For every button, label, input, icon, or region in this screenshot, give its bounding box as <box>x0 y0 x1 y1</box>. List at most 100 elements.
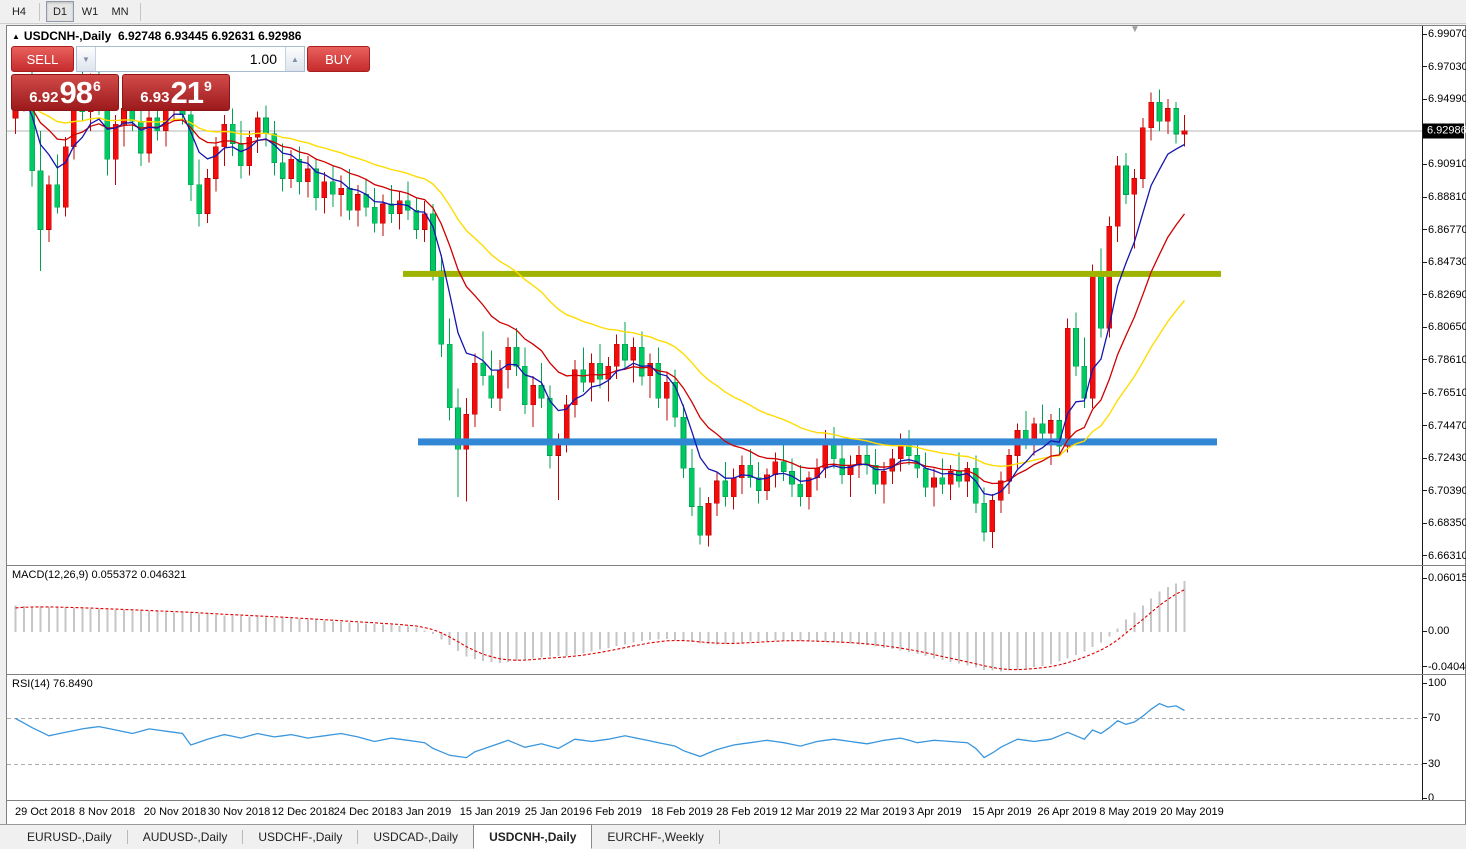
rsi-axis: 10070300 <box>1422 675 1465 800</box>
volume-input[interactable] <box>96 47 285 71</box>
bull-candle <box>1182 115 1187 147</box>
timeframe-button-h4[interactable]: H4 <box>5 1 33 22</box>
macd-canvas <box>7 567 1423 675</box>
bear-candle <box>1040 405 1045 440</box>
tab-usdcad-daily[interactable]: USDCAD-,Daily <box>358 825 473 849</box>
scroll-anchor-icon[interactable]: ▼ <box>1130 24 1140 35</box>
tab-usdcnh-daily[interactable]: USDCNH-,Daily <box>473 824 592 849</box>
bull-candle <box>714 472 719 517</box>
bear-candle <box>698 487 703 544</box>
buy-price-big: 21 <box>170 77 202 108</box>
bear-candle <box>372 188 377 233</box>
axis-tick <box>1423 798 1427 799</box>
volume-increase-button[interactable]: ▲ <box>285 47 304 71</box>
axis-tick <box>1423 327 1427 328</box>
date-label: 22 Mar 2019 <box>845 806 907 818</box>
rsi-axis-label: 100 <box>1428 677 1446 689</box>
macd-label: MACD(12,26,9) 0.055372 0.046321 <box>12 569 186 581</box>
rsi-line <box>16 704 1185 758</box>
axis-tick <box>1423 458 1427 459</box>
bear-candle <box>982 487 987 541</box>
bear-candle <box>1082 338 1087 408</box>
buy-price-base: 6.93 <box>140 89 169 106</box>
axis-tick <box>1423 631 1427 632</box>
chart-ohlc-values: 6.92748 6.93445 6.92631 6.92986 <box>118 29 302 43</box>
bear-candle <box>197 159 202 226</box>
macd-pane: MACD(12,26,9) 0.055372 0.046321 0.060159… <box>7 565 1465 674</box>
buy-button[interactable]: BUY <box>307 46 370 72</box>
price-axis-label: 6.99070 <box>1428 28 1466 40</box>
support-line[interactable] <box>418 438 1217 445</box>
bear-candle <box>38 131 43 271</box>
axis-tick <box>1423 359 1427 360</box>
bull-candle <box>1032 417 1037 455</box>
tab-usdchf-daily[interactable]: USDCHF-,Daily <box>243 825 357 849</box>
tab-audusd-daily[interactable]: AUDUSD-,Daily <box>128 825 243 849</box>
bear-candle <box>439 255 444 357</box>
date-label: 8 May 2019 <box>1099 806 1156 818</box>
bull-candle <box>965 462 970 497</box>
bull-candle <box>497 360 502 411</box>
timeframe-button-w1[interactable]: W1 <box>76 1 104 22</box>
price-axis-label: 6.76510 <box>1428 387 1466 399</box>
bull-candle <box>472 354 477 427</box>
sell-button[interactable]: SELL <box>11 46 74 72</box>
trading-terminal: H4D1W1MN ▲USDCNH-,Daily 6.92748 6.93445 … <box>0 0 1466 849</box>
axis-tick <box>1423 99 1427 100</box>
tab-eurusd-daily[interactable]: EURUSD-,Daily <box>12 825 127 849</box>
bull-candle <box>932 468 937 506</box>
axis-tick <box>1423 683 1427 684</box>
axis-tick <box>1423 717 1427 718</box>
axis-tick <box>1423 34 1427 35</box>
axis-tick <box>1423 294 1427 295</box>
bear-candle <box>447 319 452 421</box>
resistance-line[interactable] <box>403 271 1221 277</box>
rsi-pane: RSI(14) 76.8490 10070300 <box>7 674 1465 800</box>
axis-tick <box>1423 229 1427 230</box>
chart-tab-bar: EURUSD-,DailyAUDUSD-,DailyUSDCHF-,DailyU… <box>0 824 1466 849</box>
bull-candle <box>213 137 218 191</box>
current-price-badge: 6.92986 <box>1423 124 1464 139</box>
date-label: 3 Apr 2019 <box>908 806 961 818</box>
bear-candle <box>188 102 193 201</box>
timeframe-button-mn[interactable]: MN <box>106 1 134 22</box>
sell-price-box[interactable]: 6.92 98 6 <box>11 74 119 111</box>
bear-candle <box>314 159 319 210</box>
volume-decrease-button[interactable]: ▼ <box>77 47 96 71</box>
buy-price-box[interactable]: 6.93 21 9 <box>122 74 230 111</box>
date-label: 3 Jan 2019 <box>397 806 451 818</box>
bull-candle <box>1115 156 1120 242</box>
bull-candle <box>1149 93 1154 141</box>
date-label: 24 Dec 2018 <box>334 806 396 818</box>
bull-candle <box>631 338 636 383</box>
bear-candle <box>639 331 644 385</box>
macd-axis-label: 0.060159 <box>1428 572 1466 584</box>
one-click-trade-panel: SELL ▼ ▲ BUY 6.92 98 6 6.93 <box>11 46 230 111</box>
price-axis-label: 6.78610 <box>1428 354 1466 366</box>
bear-candle <box>297 147 302 195</box>
collapse-arrow-icon[interactable]: ▲ <box>12 32 20 41</box>
bull-candle <box>113 115 118 185</box>
bear-candle <box>138 105 143 166</box>
volume-stepper: ▼ ▲ <box>76 46 305 72</box>
date-label: 15 Jan 2019 <box>460 806 521 818</box>
tab-eurchf-weekly[interactable]: EURCHF-,Weekly <box>592 825 718 849</box>
date-label: 6 Feb 2019 <box>586 806 642 818</box>
price-axis-label: 6.68350 <box>1428 517 1466 529</box>
bull-candle <box>464 398 469 502</box>
axis-tick <box>1423 523 1427 524</box>
axis-tick <box>1423 425 1427 426</box>
rsi-axis-label: 30 <box>1428 758 1440 770</box>
date-label: 28 Feb 2019 <box>716 806 778 818</box>
bull-candle <box>572 360 577 417</box>
price-axis-label: 6.94990 <box>1428 93 1466 105</box>
date-label: 12 Mar 2019 <box>780 806 842 818</box>
price-axis: 6.990706.970306.949906.909106.888106.867… <box>1422 26 1465 565</box>
date-label: 8 Nov 2018 <box>79 806 135 818</box>
chart-window: ▲USDCNH-,Daily 6.92748 6.93445 6.92631 6… <box>6 25 1466 826</box>
timeframe-button-d1[interactable]: D1 <box>46 1 74 22</box>
axis-tick <box>1423 393 1427 394</box>
bull-candle <box>706 497 711 546</box>
bear-candle <box>840 443 845 484</box>
price-axis-label: 6.86770 <box>1428 224 1466 236</box>
